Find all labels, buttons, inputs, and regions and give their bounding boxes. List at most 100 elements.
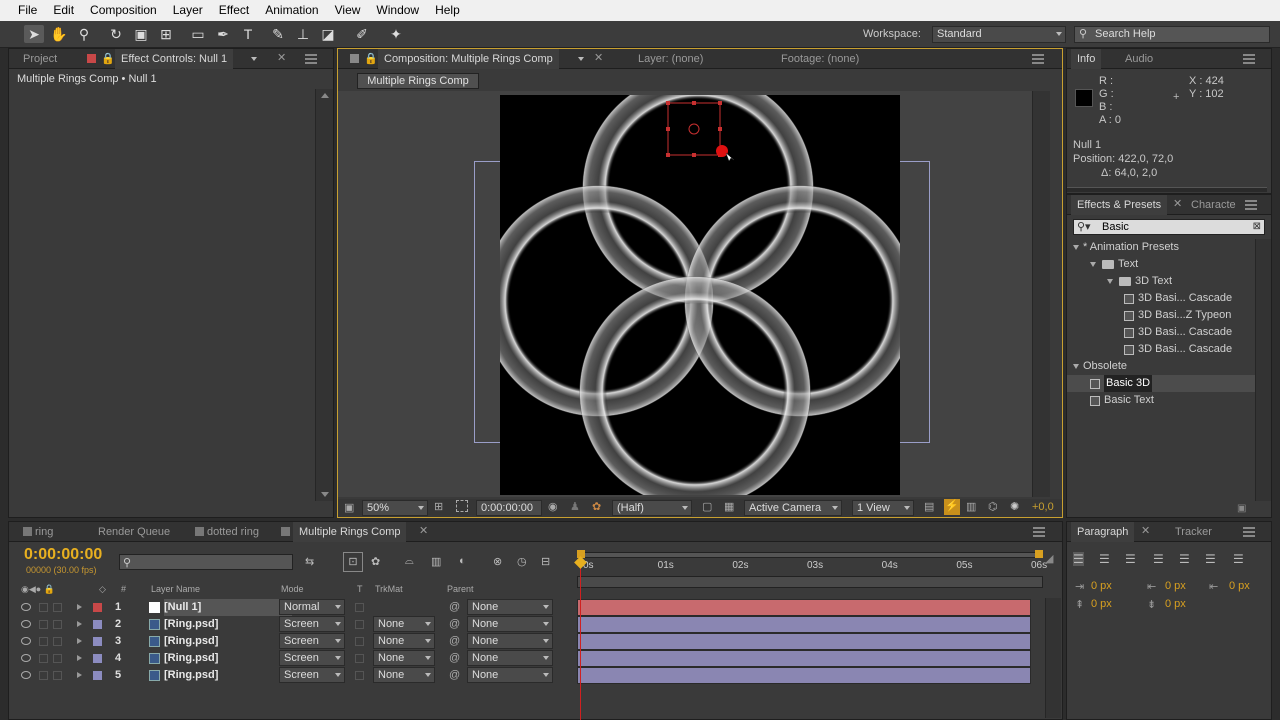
blend-mode-dropdown[interactable]: Screen — [279, 650, 345, 666]
menu-effect[interactable]: Effect — [211, 0, 257, 21]
tab-timeline-3[interactable]: Multiple Rings Comp — [293, 522, 407, 542]
layer-duration-bar[interactable] — [577, 667, 1031, 684]
lock-toggle[interactable] — [53, 637, 62, 646]
search-help-field[interactable]: ⚲ Search Help — [1074, 26, 1270, 43]
effects-tree-item[interactable]: 3D Basi... Cascade — [1067, 341, 1255, 358]
brush-tool-icon[interactable]: ✎ — [268, 25, 288, 43]
trkmat-dropdown[interactable]: None — [373, 667, 435, 683]
channel-icon[interactable]: ✿ — [592, 500, 601, 513]
panel-menu-icon[interactable] — [1032, 54, 1044, 64]
menu-animation[interactable]: Animation — [257, 0, 326, 21]
tab-effect-controls[interactable]: Effect Controls: Null 1 — [115, 49, 234, 69]
indent-right-field[interactable]: 0 px — [1165, 580, 1186, 592]
lock-toggle[interactable] — [53, 671, 62, 680]
effects-tree-item[interactable]: * Animation Presets — [1067, 239, 1255, 256]
justify-left-icon[interactable]: ☰ — [1153, 552, 1164, 566]
puppet-tool-icon[interactable]: ✦ — [386, 25, 406, 43]
panel-menu-icon[interactable] — [1243, 527, 1255, 537]
pen-tool-icon[interactable]: ✒ — [213, 25, 233, 43]
effects-tree-item[interactable]: Obsolete — [1067, 358, 1255, 375]
rectangle-tool-icon[interactable]: ▭ — [188, 25, 208, 43]
effects-scrollbar[interactable] — [1255, 239, 1271, 501]
clone-stamp-tool-icon[interactable]: ⊥ — [293, 25, 313, 43]
lock-toggle[interactable] — [53, 654, 62, 663]
disclosure-triangle-icon[interactable] — [1073, 245, 1079, 250]
tab-timeline-2[interactable]: dotted ring — [207, 522, 259, 542]
chevron-down-icon[interactable] — [251, 57, 257, 61]
blend-mode-dropdown[interactable]: Screen — [279, 633, 345, 649]
pick-whip-icon[interactable]: @ — [449, 616, 460, 633]
close-icon[interactable]: ✕ — [419, 524, 428, 537]
lock-toggle[interactable] — [53, 603, 62, 612]
comp-viewer[interactable] — [338, 91, 1050, 497]
tab-paragraph[interactable]: Paragraph — [1071, 522, 1135, 542]
trkmat-dropdown[interactable]: None — [373, 633, 435, 649]
time-ruler[interactable]: 0s 01s 02s 03s 04s 05s 06s — [577, 550, 1047, 588]
trkmat-dropdown[interactable]: None — [373, 616, 435, 632]
title-safe-icon[interactable]: ⊞ — [434, 500, 443, 513]
camera-dropdown[interactable]: Active Camera — [744, 500, 842, 516]
align-left-icon[interactable]: ☰ — [1073, 552, 1084, 566]
eye-icon[interactable] — [21, 603, 31, 611]
timeline-icon[interactable]: ▥ — [966, 500, 976, 513]
space-after-field[interactable]: 0 px — [1165, 598, 1186, 610]
layer-label-color[interactable] — [93, 603, 102, 612]
tab-timeline-1[interactable]: Render Queue — [98, 522, 170, 542]
pan-behind-tool-icon[interactable]: ⊞ — [156, 25, 176, 43]
pick-whip-icon[interactable]: @ — [449, 633, 460, 650]
new-folder-icon[interactable]: ▣ — [1237, 503, 1246, 514]
exposure-icon[interactable]: ✺ — [1010, 500, 1019, 513]
scrollbar[interactable] — [315, 89, 333, 501]
tab-timeline-0[interactable]: ring — [35, 522, 53, 542]
clear-search-icon[interactable]: ⊠ — [1253, 220, 1261, 234]
snapshot-icon[interactable]: ◉ — [548, 500, 558, 513]
fast-previews-icon[interactable]: ⚡ — [944, 499, 960, 515]
effects-tree-item[interactable]: 3D Basi...Z Typeon — [1067, 307, 1255, 324]
eye-icon[interactable] — [21, 637, 31, 645]
layer-label-color[interactable] — [93, 654, 102, 663]
parent-dropdown[interactable]: None — [467, 599, 553, 615]
timeline-current-time[interactable]: 0:00:00:00 — [24, 546, 102, 564]
menu-help[interactable]: Help — [427, 0, 468, 21]
parent-dropdown[interactable]: None — [467, 650, 553, 666]
selection-tool-icon[interactable]: ➤ — [24, 25, 44, 43]
table-row[interactable]: 1 [Null 1] Normal @ None — [9, 599, 1039, 616]
lock-icon[interactable]: 🔒 — [101, 52, 115, 65]
solo-toggle[interactable] — [39, 671, 48, 680]
pick-whip-icon[interactable]: @ — [449, 667, 460, 684]
layer-duration-bar[interactable] — [577, 599, 1031, 616]
mask-visibility-icon[interactable] — [456, 500, 468, 512]
col-layer-name[interactable]: Layer Name — [151, 584, 200, 594]
info-scrollbar[interactable] — [1067, 187, 1267, 192]
lock-toggle[interactable] — [53, 620, 62, 629]
eye-icon[interactable] — [21, 654, 31, 662]
indent-first-field[interactable]: 0 px — [1229, 580, 1250, 592]
panel-menu-icon[interactable] — [1033, 527, 1045, 537]
effects-tree-item[interactable]: 3D Basi... Cascade — [1067, 324, 1255, 341]
expand-triangle-icon[interactable] — [77, 672, 82, 678]
pick-whip-icon[interactable]: @ — [449, 650, 460, 667]
space-before-field[interactable]: 0 px — [1091, 598, 1112, 610]
disclosure-triangle-icon[interactable] — [1107, 279, 1113, 284]
solo-toggle[interactable] — [39, 637, 48, 646]
av-features-icon[interactable]: ◉◀● 🔒 — [21, 584, 55, 595]
expand-triangle-icon[interactable] — [77, 638, 82, 644]
expand-triangle-icon[interactable] — [77, 655, 82, 661]
camera-tool-icon[interactable]: ▣ — [131, 25, 151, 43]
timeline-scrollbar[interactable] — [1045, 598, 1061, 718]
close-icon[interactable]: ✕ — [277, 51, 286, 64]
rotate-tool-icon[interactable]: ↻ — [106, 25, 126, 43]
table-row[interactable]: 2 [Ring.psd] Screen None @ None — [9, 616, 1039, 633]
timeline-search-input[interactable]: ⚲ — [119, 554, 293, 570]
menu-composition[interactable]: Composition — [82, 0, 165, 21]
preserve-transparency-toggle[interactable] — [355, 637, 364, 646]
align-center-icon[interactable]: ☰ — [1099, 552, 1110, 566]
label-icon[interactable]: ◇ — [99, 584, 106, 595]
layer-duration-bar[interactable] — [577, 650, 1031, 667]
eraser-tool-icon[interactable]: ◪ — [318, 25, 338, 43]
indent-left-field[interactable]: 0 px — [1091, 580, 1112, 592]
draft-3d-icon[interactable]: ✿ — [371, 555, 380, 568]
layer-label-color[interactable] — [93, 637, 102, 646]
tab-tracker[interactable]: Tracker — [1175, 522, 1212, 542]
magnification-dropdown[interactable]: 50% — [362, 500, 428, 516]
